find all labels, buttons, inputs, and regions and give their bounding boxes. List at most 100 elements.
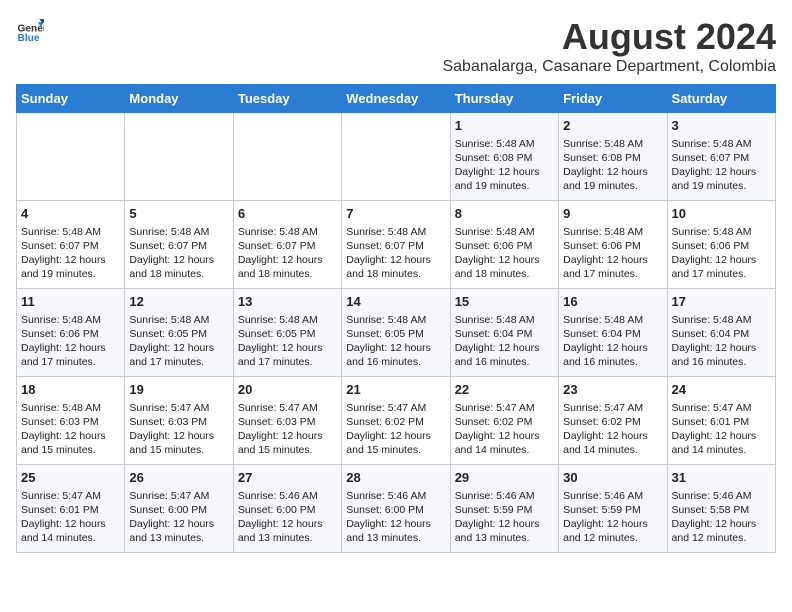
day-info-line: and 14 minutes.: [21, 531, 120, 545]
day-info-line: Sunset: 6:06 PM: [672, 239, 771, 253]
day-info-line: Daylight: 12 hours: [455, 165, 554, 179]
page-header: General Blue August 2024 Sabanalarga, Ca…: [16, 16, 776, 76]
day-number: 16: [563, 293, 662, 311]
calendar-cell: 15Sunrise: 5:48 AMSunset: 6:04 PMDayligh…: [450, 289, 558, 377]
day-info-line: Sunset: 6:04 PM: [455, 327, 554, 341]
weekday-sunday: Sunday: [17, 85, 125, 113]
calendar-cell: 7Sunrise: 5:48 AMSunset: 6:07 PMDaylight…: [342, 201, 450, 289]
calendar-cell: 20Sunrise: 5:47 AMSunset: 6:03 PMDayligh…: [233, 377, 341, 465]
day-info-line: Daylight: 12 hours: [346, 341, 445, 355]
day-info-line: and 19 minutes.: [21, 267, 120, 281]
weekday-friday: Friday: [559, 85, 667, 113]
weekday-tuesday: Tuesday: [233, 85, 341, 113]
day-info-line: Sunset: 6:07 PM: [238, 239, 337, 253]
day-info-line: Daylight: 12 hours: [672, 341, 771, 355]
calendar-cell: 10 Sunrise: 5:48 AMSunset: 6:06 PMDayligh…: [667, 201, 775, 289]
calendar-cell: 28Sunrise: 5:46 AMSunset: 6:00 PMDayligh…: [342, 465, 450, 553]
day-info-line: Sunrise: 5:48 AM: [238, 225, 337, 239]
day-info-line: and 15 minutes.: [238, 443, 337, 457]
day-info-line: Sunset: 6:07 PM: [129, 239, 228, 253]
weekday-saturday: Saturday: [667, 85, 775, 113]
day-info-line: Sunrise: 5:47 AM: [21, 489, 120, 503]
day-number: 3: [672, 117, 771, 135]
day-info-line: and 19 minutes.: [672, 179, 771, 193]
calendar-cell: [233, 113, 341, 201]
day-number: 23: [563, 381, 662, 399]
day-info-line: and 15 minutes.: [21, 443, 120, 457]
calendar-week-row: 11Sunrise: 5:48 AMSunset: 6:06 PMDayligh…: [17, 289, 776, 377]
day-number: 24: [672, 381, 771, 399]
day-info-line: Sunrise: 5:47 AM: [563, 401, 662, 415]
day-info-line: Daylight: 12 hours: [455, 429, 554, 443]
day-info-line: Sunset: 6:00 PM: [129, 503, 228, 517]
calendar-cell: 12Sunrise: 5:48 AMSunset: 6:05 PMDayligh…: [125, 289, 233, 377]
day-info-line: and 13 minutes.: [238, 531, 337, 545]
day-info-line: Sunset: 6:05 PM: [129, 327, 228, 341]
day-info-line: Sunrise: 5:48 AM: [672, 313, 771, 327]
day-info-line: and 14 minutes.: [563, 443, 662, 457]
day-number: 7: [346, 205, 445, 223]
day-info-line: and 16 minutes.: [455, 355, 554, 369]
day-number: 13: [238, 293, 337, 311]
svg-text:Blue: Blue: [18, 33, 40, 44]
calendar-cell: 9Sunrise: 5:48 AMSunset: 6:06 PMDaylight…: [559, 201, 667, 289]
day-info-line: Daylight: 12 hours: [672, 253, 771, 267]
day-number: 28: [346, 469, 445, 487]
calendar-cell: 30Sunrise: 5:46 AMSunset: 5:59 PMDayligh…: [559, 465, 667, 553]
day-info-line: Sunset: 6:03 PM: [21, 415, 120, 429]
day-info-line: Daylight: 12 hours: [129, 429, 228, 443]
day-info-line: Sunrise: 5:48 AM: [238, 313, 337, 327]
logo: General Blue: [16, 16, 44, 44]
calendar-cell: 17 Sunrise: 5:48 AMSunset: 6:04 PMDayligh…: [667, 289, 775, 377]
calendar-cell: 23Sunrise: 5:47 AMSunset: 6:02 PMDayligh…: [559, 377, 667, 465]
day-info-line: Sunset: 6:02 PM: [455, 415, 554, 429]
day-info-line: Daylight: 12 hours: [21, 253, 120, 267]
day-info-line: and 15 minutes.: [346, 443, 445, 457]
day-info-line: Daylight: 12 hours: [21, 517, 120, 531]
day-info-line: Sunset: 6:04 PM: [672, 327, 771, 341]
day-info-line: Sunrise: 5:48 AM: [672, 225, 771, 239]
day-info-line: Sunset: 6:00 PM: [346, 503, 445, 517]
day-number: 15: [455, 293, 554, 311]
day-number: 12: [129, 293, 228, 311]
day-number: 5: [129, 205, 228, 223]
calendar-week-row: 25Sunrise: 5:47 AMSunset: 6:01 PMDayligh…: [17, 465, 776, 553]
day-info-line: and 12 minutes.: [672, 531, 771, 545]
day-info-line: and 18 minutes.: [455, 267, 554, 281]
day-info-line: Daylight: 12 hours: [21, 341, 120, 355]
day-info-line: Daylight: 12 hours: [563, 165, 662, 179]
day-info-line: and 13 minutes.: [455, 531, 554, 545]
day-info-line: Sunset: 6:03 PM: [238, 415, 337, 429]
day-info-line: Sunset: 6:04 PM: [563, 327, 662, 341]
main-title: August 2024: [442, 16, 776, 58]
day-info-line: Daylight: 12 hours: [346, 253, 445, 267]
day-info-line: Sunset: 6:07 PM: [346, 239, 445, 253]
day-number: 17: [672, 293, 771, 311]
day-number: 31: [672, 469, 771, 487]
day-info-line: Sunrise: 5:48 AM: [672, 137, 771, 151]
calendar-cell: 3Sunrise: 5:48 AMSunset: 6:07 PMDaylight…: [667, 113, 775, 201]
calendar-week-row: 1Sunrise: 5:48 AMSunset: 6:08 PMDaylight…: [17, 113, 776, 201]
calendar-cell: 22Sunrise: 5:47 AMSunset: 6:02 PMDayligh…: [450, 377, 558, 465]
calendar-cell: 8Sunrise: 5:48 AMSunset: 6:06 PMDaylight…: [450, 201, 558, 289]
day-info-line: Sunrise: 5:48 AM: [21, 313, 120, 327]
weekday-wednesday: Wednesday: [342, 85, 450, 113]
day-info-line: Sunset: 6:08 PM: [563, 151, 662, 165]
calendar-cell: 26Sunrise: 5:47 AMSunset: 6:00 PMDayligh…: [125, 465, 233, 553]
day-number: 21: [346, 381, 445, 399]
subtitle: Sabanalarga, Casanare Department, Colomb…: [442, 58, 776, 76]
calendar-cell: 25Sunrise: 5:47 AMSunset: 6:01 PMDayligh…: [17, 465, 125, 553]
day-info-line: Daylight: 12 hours: [672, 165, 771, 179]
day-info-line: Daylight: 12 hours: [238, 253, 337, 267]
calendar-cell: 4Sunrise: 5:48 AMSunset: 6:07 PMDaylight…: [17, 201, 125, 289]
weekday-header-row: SundayMondayTuesdayWednesdayThursdayFrid…: [17, 85, 776, 113]
day-info-line: Sunrise: 5:47 AM: [455, 401, 554, 415]
day-info-line: and 18 minutes.: [346, 267, 445, 281]
day-info-line: Daylight: 12 hours: [238, 429, 337, 443]
day-info-line: Sunrise: 5:47 AM: [129, 401, 228, 415]
day-info-line: and 14 minutes.: [672, 443, 771, 457]
day-info-line: Sunset: 6:02 PM: [563, 415, 662, 429]
day-info-line: Sunrise: 5:47 AM: [672, 401, 771, 415]
day-number: 10: [672, 205, 771, 223]
day-info-line: Sunrise: 5:48 AM: [455, 313, 554, 327]
